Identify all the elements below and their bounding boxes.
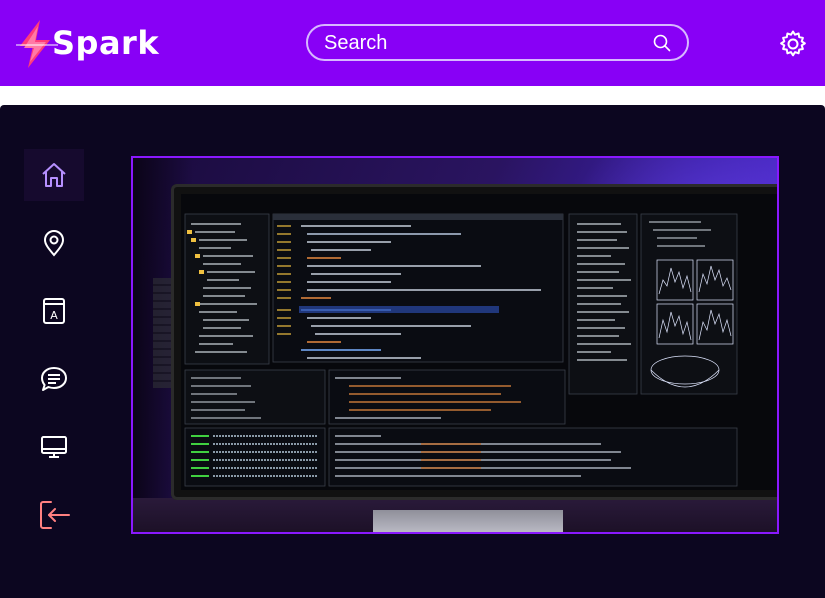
search-box[interactable] [306,24,689,61]
location-pin-icon [43,230,65,257]
monitor-screen [181,194,777,490]
top-header: Spark [0,0,825,86]
home-icon [42,163,66,187]
monitor-icon [41,436,67,458]
search-icon[interactable] [653,34,671,52]
sidebar-item-logout[interactable] [24,489,84,541]
sidebar-item-location[interactable] [24,217,84,269]
sidebar-item-monitor[interactable] [24,421,84,473]
hero-image [131,156,779,534]
spark-logo[interactable]: Spark [16,18,176,70]
sidebar-item-home[interactable] [24,149,84,201]
svg-text:A: A [50,309,58,322]
logo-text: Spark [52,24,160,62]
sidebar-item-chat[interactable] [24,353,84,405]
dictionary-icon: A [43,298,65,324]
ide-screen-illustration [181,194,777,490]
gear-icon[interactable] [778,29,808,59]
app-page: Spark Search A [0,0,825,598]
search-input[interactable] [324,30,644,56]
monitor-stand [373,510,563,532]
sidebar-item-dictionary[interactable]: A [24,285,84,337]
content-panel: A [0,105,825,598]
computer-monitor [171,184,777,500]
chat-icon [41,367,67,391]
logout-icon [40,501,70,529]
